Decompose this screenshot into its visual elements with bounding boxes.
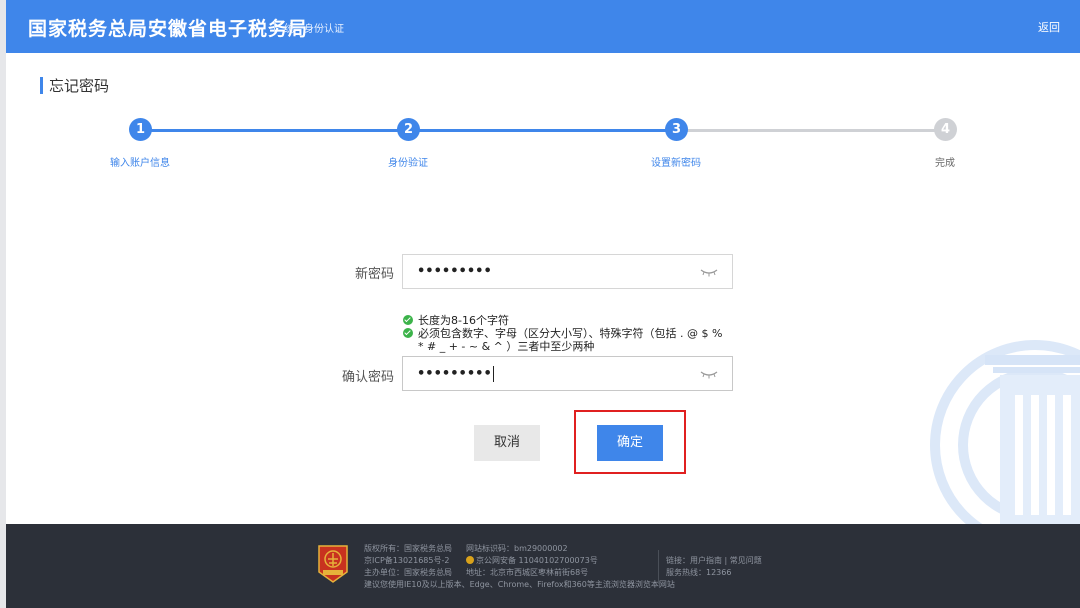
step-3-circle: 3	[665, 118, 688, 141]
password-rules: 长度为8-16个字符 必须包含数字、字母（区分大小写）、特殊字符（包括 . @ …	[403, 314, 722, 353]
new-password-label: 新密码	[354, 267, 394, 282]
footer-browser-note: 建议您使用IE10及以上版本、Edge、Chrome、Firefox和360等主…	[364, 580, 675, 589]
confirm-password-dots: •••••••••	[417, 366, 492, 382]
highlight-box	[574, 410, 686, 474]
step-2-circle: 2	[397, 118, 420, 141]
rule-item-composition: 必须包含数字、字母（区分大小写）、特殊字符（包括 . @ $ %	[403, 327, 722, 340]
police-badge-icon	[466, 556, 474, 564]
eye-closed-icon[interactable]	[700, 267, 718, 277]
cancel-button[interactable]: 取消	[474, 425, 540, 461]
footer-links[interactable]: 链接：用户指南 | 常见问题	[666, 555, 762, 567]
footer-info-col-3: 链接：用户指南 | 常见问题 服务热线：12366	[666, 555, 762, 579]
eye-closed-icon[interactable]	[700, 369, 718, 379]
footer-info-col-1: 版权所有：国家税务总局 京ICP备13021685号-2 主办单位：国家税务总局	[364, 543, 452, 579]
footer-text: 地址：北京市西城区枣林前街68号	[466, 568, 589, 577]
footer-text: 版权所有：国家税务总局	[364, 544, 452, 553]
confirm-password-input[interactable]: •••••••••	[402, 356, 733, 391]
footer-info-col-2: 网站标识码：bm29000002 京公网安备 11040102700073号 地…	[466, 543, 598, 579]
text-caret	[492, 366, 494, 382]
tax-emblem-logo	[318, 545, 348, 583]
step-2-label: 身份验证	[388, 158, 428, 169]
site-footer: 版权所有：国家税务总局 京ICP备13021685号-2 主办单位：国家税务总局…	[6, 524, 1080, 608]
new-password-value: •••••••••	[417, 264, 492, 279]
step-4-label: 完成	[935, 158, 955, 169]
footer-divider	[658, 550, 659, 584]
footer-text: 网站标识码：bm29000002	[466, 544, 568, 553]
check-circle-icon	[403, 315, 413, 325]
step-4-circle: 4	[934, 118, 957, 141]
footer-text: 京ICP备13021685号-2	[364, 556, 450, 565]
rule-text: 必须包含数字、字母（区分大小写）、特殊字符（包括 . @ $ %	[418, 327, 723, 340]
step-connector-2	[408, 129, 676, 132]
confirm-password-value: •••••••••	[417, 366, 494, 382]
check-circle-icon	[403, 328, 413, 338]
step-connector-1	[140, 129, 408, 132]
step-connector-3	[676, 129, 944, 132]
step-1-label: 输入账户信息	[110, 158, 170, 169]
new-password-input[interactable]: •••••••••	[402, 254, 733, 289]
rule-text: 长度为8-16个字符	[418, 314, 509, 327]
step-indicator: 1 2 3 4 输入账户信息 身份验证 设置新密码 完成	[0, 0, 1080, 200]
footer-text-security: 京公网安备 11040102700073号	[476, 556, 598, 565]
step-3-label: 设置新密码	[651, 158, 701, 169]
confirm-password-label: 确认密码	[341, 370, 394, 385]
footer-text: 主办单位：国家税务总局	[364, 568, 452, 577]
tax-emblem-watermark	[930, 340, 1080, 525]
rule-text-continued: * # _ + - ~ & ^ ）三者中至少两种	[418, 340, 595, 353]
footer-hotline: 服务热线：12366	[666, 568, 732, 577]
footer-text: 京公网安备 11040102700073号	[466, 555, 598, 567]
step-1-circle: 1	[129, 118, 152, 141]
rule-item-length: 长度为8-16个字符	[403, 314, 722, 327]
